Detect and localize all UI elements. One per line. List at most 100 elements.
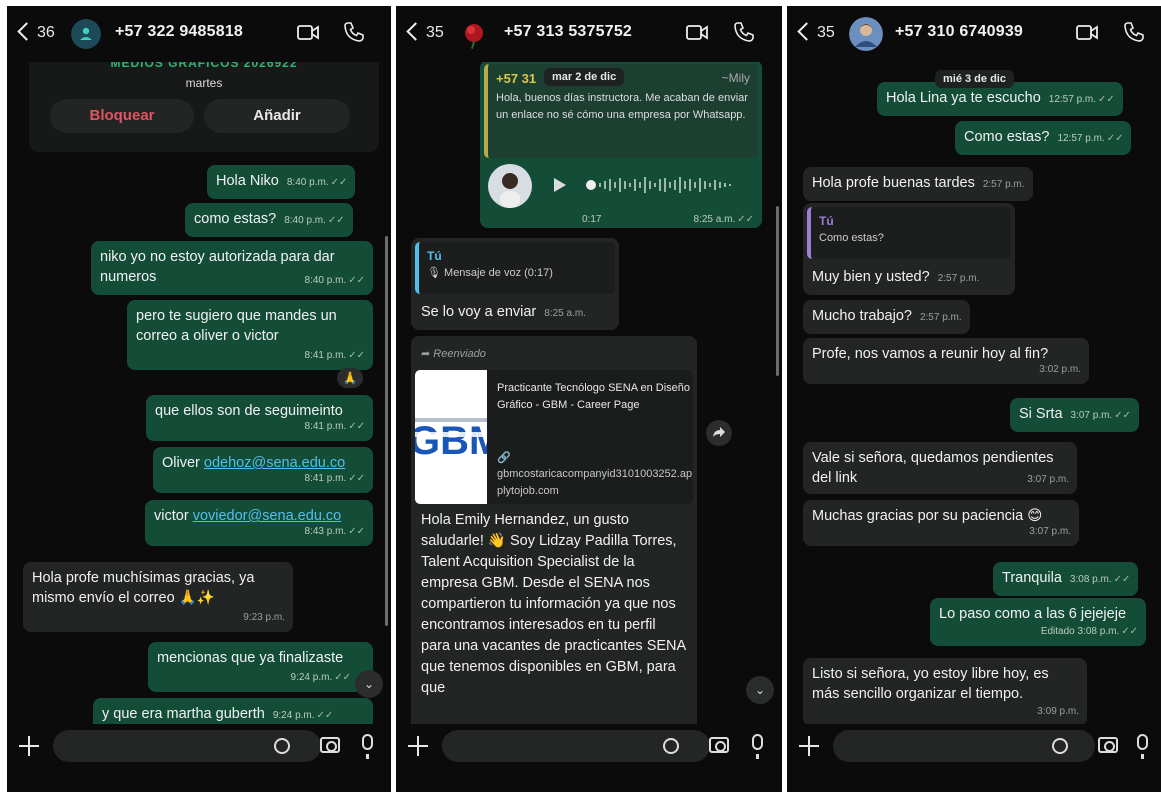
message-bubble[interactable]: mencionas que ya finalizaste 9:24 p.m. ✓✓ [148, 642, 373, 692]
scroll-down-button[interactable]: ⌄ [355, 670, 383, 698]
plus-icon[interactable] [408, 736, 428, 756]
message-time: 12:57 p.m. ✓✓ [1057, 133, 1124, 144]
reply-message-bubble[interactable]: Tú Como estas? Muy bien y usted? 2:57 p.m… [803, 203, 1015, 295]
phone-call-icon[interactable] [1123, 21, 1145, 43]
message-bubble[interactable]: Si Srta 3:07 p.m. ✓✓ [1010, 398, 1139, 432]
preview-url[interactable]: gbmcostaricacompanyid3101003252.applytoj… [497, 466, 693, 500]
message-time: 8:40 p.m. ✓✓ [284, 215, 345, 226]
message-reaction[interactable]: 🙏 [337, 368, 363, 388]
quoted-sender: +57 31 [496, 71, 537, 86]
add-contact-button[interactable]: Añadir [204, 99, 350, 133]
message-time: 8:41 p.m. ✓✓ [304, 473, 365, 484]
microphone-icon[interactable] [752, 734, 763, 759]
message-time: 8:40 p.m. ✓✓ [304, 275, 365, 286]
message-bubble[interactable]: Hola profe muchísimas gracias, ya mismo … [23, 562, 293, 632]
plus-icon[interactable] [799, 736, 819, 756]
message-bubble[interactable]: niko yo no estoy autorizada para dar num… [91, 241, 373, 295]
voice-waveform[interactable] [586, 176, 746, 194]
avatar[interactable] [849, 17, 883, 51]
message-bubble[interactable]: que ellos son de seguimeinto 8:41 p.m. ✓✓ [146, 395, 373, 441]
contact-phone[interactable]: +57 322 9485818 [115, 23, 243, 41]
message-time: 9:23 p.m. [243, 612, 285, 623]
message-time: 3:08 p.m. ✓✓ [1069, 574, 1131, 585]
message-bubble[interactable]: Muchas gracias por su paciencia 😊 3:07 p… [803, 500, 1079, 546]
back-chevron-icon[interactable] [797, 22, 811, 42]
link-preview[interactable]: GBM Practicante Tecnólogo SENA en Diseño… [415, 370, 693, 504]
read-ticks-icon: ✓✓ [330, 177, 348, 188]
quoted-message[interactable]: Tú 🎙 Mensaje de voz (0:17) [415, 242, 615, 294]
read-ticks-icon: ✓✓ [348, 473, 365, 484]
message-bubble[interactable]: Vale si señora, quedamos pendientes del … [803, 442, 1077, 494]
unread-count: 36 [37, 24, 55, 41]
scrollbar[interactable] [385, 236, 388, 626]
sticker-icon[interactable] [274, 738, 290, 754]
message-bubble[interactable]: Lo paso como a las 6 jejejeje Editado 3:… [930, 598, 1146, 646]
message-time: 3:07 p.m. ✓✓ [1070, 410, 1131, 421]
block-button[interactable]: Bloquear [50, 99, 194, 133]
reply-message-bubble[interactable]: Tú 🎙 Mensaje de voz (0:17) Se lo voy a e… [411, 238, 619, 330]
composer-bar [7, 724, 391, 792]
microphone-icon: 🎙 [427, 267, 441, 279]
read-ticks-icon: ✓✓ [1113, 574, 1131, 585]
card-day: martes [185, 76, 223, 90]
sticker-icon[interactable] [1052, 738, 1068, 754]
back-chevron-icon[interactable] [406, 22, 420, 42]
microphone-icon[interactable] [362, 734, 373, 759]
camera-icon[interactable] [1098, 737, 1118, 753]
camera-icon[interactable] [709, 737, 729, 753]
chat-panel-2: 35 +57 313 5375752 +57 31 ~Mily Hola, bu… [396, 6, 782, 792]
message-time: 3:07 p.m. [1029, 526, 1071, 537]
avatar[interactable] [71, 19, 101, 49]
read-ticks-icon: ✓✓ [1098, 94, 1115, 105]
message-bubble[interactable]: pero te sugiero que mandes un correo a o… [127, 300, 373, 370]
contact-phone[interactable]: +57 310 6740939 [895, 23, 1023, 41]
contact-phone[interactable]: +57 313 5375752 [504, 23, 632, 41]
video-call-icon[interactable] [1076, 24, 1098, 41]
quoted-name: ~Mily [721, 71, 750, 85]
message-time: 2:57 p.m. [982, 179, 1025, 190]
chat-panel-1: 36 +57 322 9485818 MEDIOS GRÁFICOS 20269… [7, 6, 391, 792]
microphone-icon[interactable] [1137, 734, 1148, 759]
phone-call-icon[interactable] [343, 21, 365, 43]
message-bubble[interactable]: Profe, nos vamos a reunir hoy al fin? 3:… [803, 338, 1089, 384]
message-bubble[interactable]: Tranquila 3:08 p.m. ✓✓ [993, 562, 1139, 596]
play-icon[interactable] [553, 177, 567, 199]
date-chip: mié 3 de dic [935, 70, 1014, 88]
message-bubble[interactable]: Mucho trabajo? 2:57 p.m. [803, 300, 970, 334]
message-bubble[interactable]: Oliver odehoz@sena.edu.co 8:41 p.m. ✓✓ [153, 447, 373, 493]
message-bubble[interactable]: Hola profe buenas tardes 2:57 p.m. [803, 167, 1033, 201]
scroll-down-button[interactable]: ⌄ [746, 676, 774, 704]
back-chevron-icon[interactable] [17, 22, 31, 42]
read-ticks-icon: ✓✓ [348, 275, 365, 286]
message-bubble[interactable]: Listo si señora, yo estoy libre hoy, es … [803, 658, 1087, 726]
unread-count: 35 [817, 24, 835, 41]
video-call-icon[interactable] [297, 24, 319, 41]
message-time: 3:09 p.m. [1037, 706, 1079, 717]
message-time: Editado 3:08 p.m. ✓✓ [1040, 626, 1138, 637]
message-time: 3:07 p.m. [1027, 474, 1069, 485]
quoted-text: Hola, buenos días instructora. Me acaban… [496, 92, 748, 121]
voice-avatar [488, 164, 532, 208]
quoted-message[interactable]: Tú Como estas? [807, 207, 1011, 259]
chat-header: 36 +57 322 9485818 [7, 6, 391, 62]
message-bubble[interactable]: como estas? 8:40 p.m. ✓✓ [185, 203, 353, 237]
share-icon[interactable] [706, 420, 732, 446]
preview-logo: GBM [415, 370, 487, 504]
sticker-icon[interactable] [663, 738, 679, 754]
message-bubble[interactable]: Hola Niko 8:40 p.m. ✓✓ [207, 165, 356, 199]
quoted-text: 🎙 Mensaje de voz (0:17) [427, 267, 553, 279]
plus-icon[interactable] [19, 736, 39, 756]
video-call-icon[interactable] [686, 24, 708, 41]
message-bubble[interactable]: victor voviedor@sena.edu.co 8:43 p.m. ✓✓ [145, 500, 373, 546]
camera-icon[interactable] [320, 737, 340, 753]
read-ticks-icon: ✓✓ [348, 526, 365, 537]
read-ticks-icon: ✓✓ [1114, 410, 1131, 421]
phone-call-icon[interactable] [733, 21, 755, 43]
read-ticks-icon: ✓✓ [1121, 626, 1138, 637]
message-bubble[interactable]: Como estas? 12:57 p.m. ✓✓ [955, 121, 1132, 155]
scrollbar[interactable] [776, 206, 779, 376]
forwarded-message-bubble[interactable]: ➦ Reenviado GBM Practicante Tecnólogo SE… [411, 336, 697, 736]
avatar[interactable] [460, 19, 490, 49]
date-chip: mar 2 de dic [544, 68, 625, 86]
chevron-down-icon: ⌄ [754, 683, 766, 697]
